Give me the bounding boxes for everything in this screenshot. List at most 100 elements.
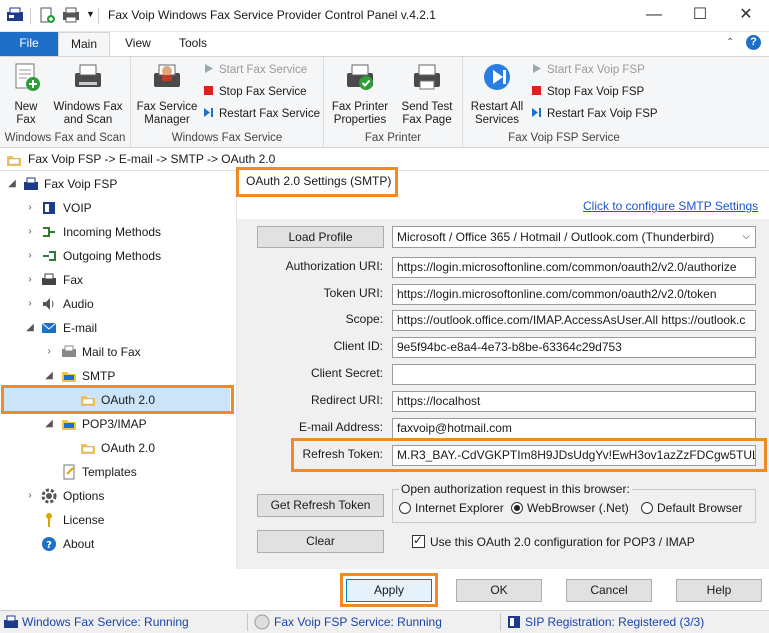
tab-file[interactable]: File: [0, 32, 58, 56]
email-icon: [41, 322, 57, 333]
load-profile-button[interactable]: Load Profile: [257, 226, 384, 248]
radio-circle[interactable]: [641, 502, 653, 514]
scope-label: Scope:: [345, 312, 383, 326]
tree-item-voip[interactable]: › VOIP: [0, 196, 236, 220]
windows-fax-scan-button[interactable]: Windows Fax and Scan: [50, 61, 126, 127]
close-button[interactable]: ✕: [723, 0, 769, 32]
group-fax-scan: New Fax Windows Fax and Scan Windows Fax…: [0, 57, 131, 147]
restart-fsp-button[interactable]: Restart Fax Voip FSP: [531, 104, 658, 124]
windows-fax-scan-label: Windows Fax and Scan: [53, 101, 123, 126]
refresh-token-input[interactable]: M.R3_BAY.-CdVGKPTIm8H9JDsUdgYv!EwH3ov1az…: [392, 445, 756, 466]
radio-webbrowser-net[interactable]: WebBrowser (.Net): [511, 501, 629, 515]
tree-item-options[interactable]: › Options: [0, 484, 236, 508]
radio-default-browser[interactable]: Default Browser: [641, 501, 742, 515]
expanded-chevron-icon[interactable]: ◢: [44, 412, 54, 436]
sip-registration-icon: [508, 616, 520, 628]
start-fax-service-button[interactable]: Start Fax Service: [203, 60, 307, 80]
tree-item-audio[interactable]: › Audio: [0, 292, 236, 316]
radio-default-label: Default Browser: [657, 501, 743, 515]
token-uri-input[interactable]: https://login.microsoftonline.com/common…: [392, 284, 756, 305]
tree-item-about[interactable]: ? About: [0, 532, 236, 556]
restart-fax-service-button[interactable]: Restart Fax Service: [203, 104, 320, 124]
panel-title: OAuth 2.0 Settings (SMTP): [246, 174, 392, 188]
collapsed-chevron-icon[interactable]: ›: [25, 220, 35, 244]
stop-fsp-button[interactable]: Stop Fax Voip FSP: [531, 82, 644, 102]
fax-printer-properties-button[interactable]: Fax Printer Properties: [328, 61, 392, 127]
collapsed-chevron-icon[interactable]: ›: [25, 196, 35, 220]
radio-circle-selected[interactable]: [511, 502, 523, 514]
collapsed-chevron-icon[interactable]: ›: [25, 268, 35, 292]
print-icon[interactable]: [62, 7, 80, 23]
tree-item-mail-to-fax[interactable]: › Mail to Fax: [0, 340, 236, 364]
fsp-service-status-icon: [254, 614, 270, 630]
tree-item-fax[interactable]: › Fax: [0, 268, 236, 292]
maximize-button[interactable]: ☐: [677, 0, 723, 32]
stop-icon: [204, 86, 213, 95]
outgoing-methods-icon: [43, 251, 56, 261]
configure-smtp-link[interactable]: Click to configure SMTP Settings: [583, 199, 758, 213]
new-fax-button[interactable]: New Fax: [6, 61, 46, 127]
help-icon[interactable]: ?: [746, 35, 761, 50]
collapsed-chevron-icon[interactable]: ›: [25, 484, 35, 508]
sip-registration-status[interactable]: SIP Registration: Registered (3/3): [525, 615, 704, 629]
send-test-fax-button[interactable]: Send Test Fax Page: [396, 61, 458, 127]
fax-service-status[interactable]: Windows Fax Service: Running: [22, 615, 189, 629]
use-for-pop3-checkbox[interactable]: Use this OAuth 2.0 configuration for POP…: [412, 533, 695, 549]
minimize-button[interactable]: —: [631, 0, 677, 32]
redirect-uri-input[interactable]: https://localhost: [392, 391, 756, 412]
radio-internet-explorer[interactable]: Internet Explorer: [399, 501, 504, 515]
fax-service-status-icon: [4, 615, 18, 628]
ok-button[interactable]: OK: [456, 579, 542, 602]
tree-item-root[interactable]: ◢ Fax Voip FSP: [0, 172, 236, 196]
restart-all-services-button[interactable]: Restart All Services: [466, 61, 528, 127]
cancel-button[interactable]: Cancel: [566, 579, 652, 602]
auth-uri-input[interactable]: https://login.microsoftonline.com/common…: [392, 257, 756, 278]
tree-item-incoming[interactable]: › Incoming Methods: [0, 220, 236, 244]
scope-input[interactable]: https://outlook.office.com/IMAP.AccessAs…: [392, 310, 756, 331]
tree-item-pop3-oauth[interactable]: OAuth 2.0: [0, 436, 236, 460]
new-document-icon[interactable]: [38, 7, 56, 23]
fax-service-manager-button[interactable]: Fax Service Manager: [136, 61, 198, 127]
profile-select[interactable]: Microsoft / Office 365 / Hotmail / Outlo…: [392, 226, 756, 248]
tree-label-audio: Audio: [63, 297, 94, 311]
quick-access-dropdown-icon[interactable]: ▼: [86, 9, 95, 19]
tree-item-templates[interactable]: Templates: [0, 460, 236, 484]
tree-label-pop3-oauth: OAuth 2.0: [101, 441, 156, 455]
get-refresh-token-button[interactable]: Get Refresh Token: [257, 494, 384, 517]
tab-main[interactable]: Main: [58, 32, 110, 56]
auth-uri-label: Authorization URI:: [285, 259, 383, 273]
stop-fax-service-button[interactable]: Stop Fax Service: [203, 82, 307, 102]
start-fsp-label: Start Fax Voip FSP: [547, 64, 645, 76]
tree-item-smtp-oauth[interactable]: OAuth 2.0: [4, 388, 230, 412]
profile-select-value: Microsoft / Office 365 / Hotmail / Outlo…: [397, 230, 715, 244]
tree-item-pop3[interactable]: ◢ POP3/IMAP: [0, 412, 236, 436]
expanded-chevron-icon[interactable]: ◢: [7, 172, 17, 196]
tab-view[interactable]: View: [113, 32, 163, 56]
start-fsp-button[interactable]: Start Fax Voip FSP: [531, 60, 645, 80]
checkbox-checked[interactable]: [412, 533, 425, 548]
tree-item-outgoing[interactable]: › Outgoing Methods: [0, 244, 236, 268]
collapsed-chevron-icon[interactable]: ›: [44, 340, 54, 364]
client-secret-input[interactable]: [392, 364, 756, 385]
help-button[interactable]: Help: [676, 579, 762, 602]
tree-item-email[interactable]: ◢ E-mail: [0, 316, 236, 340]
group-fax-scan-label: Windows Fax and Scan: [4, 132, 126, 144]
collapsed-chevron-icon[interactable]: ›: [25, 244, 35, 268]
collapsed-chevron-icon[interactable]: ›: [25, 292, 35, 316]
expanded-chevron-icon[interactable]: ◢: [25, 316, 35, 340]
collapse-ribbon-icon[interactable]: ⌃: [726, 37, 734, 48]
tree-item-smtp[interactable]: ◢ SMTP: [0, 364, 236, 388]
fsp-service-status[interactable]: Fax Voip FSP Service: Running: [274, 615, 442, 629]
status-separator: [500, 613, 501, 631]
window-title: Fax Voip Windows Fax Service Provider Co…: [108, 8, 436, 22]
client-id-input[interactable]: 9e5f94bc-e8a4-4e73-b8be-63364c29d753: [392, 337, 756, 358]
apply-button[interactable]: Apply: [346, 579, 432, 602]
clear-button[interactable]: Clear: [257, 530, 384, 553]
tree-item-license[interactable]: License: [0, 508, 236, 532]
tab-tools[interactable]: Tools: [167, 32, 219, 56]
fax-icon: [24, 177, 38, 190]
settings-form: Load Profile Microsoft / Office 365 / Ho…: [237, 219, 769, 569]
email-address-input[interactable]: faxvoip@hotmail.com: [392, 418, 756, 439]
radio-circle[interactable]: [399, 502, 411, 514]
expanded-chevron-icon[interactable]: ◢: [44, 364, 54, 388]
